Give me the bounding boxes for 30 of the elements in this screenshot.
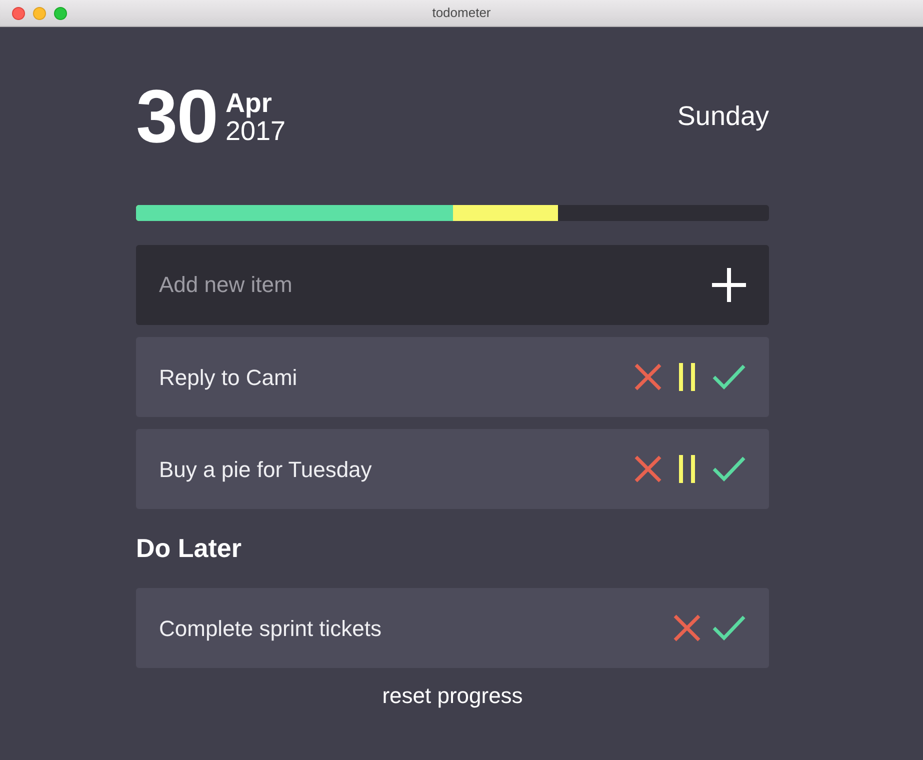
day-number: 30 [136, 78, 218, 154]
close-window-icon[interactable] [12, 7, 25, 20]
pause-icon [679, 363, 695, 391]
delete-button[interactable] [673, 614, 701, 642]
weekday-text: Sunday [677, 100, 769, 133]
task-text: Buy a pie for Tuesday [159, 456, 372, 484]
check-icon [712, 364, 746, 390]
year-text: 2017 [225, 117, 286, 145]
pause-icon [679, 455, 695, 483]
plus-icon [712, 268, 746, 302]
done-button[interactable] [712, 456, 746, 482]
add-button[interactable] [712, 268, 746, 302]
done-button[interactable] [712, 364, 746, 390]
window-title: todometer [432, 4, 491, 22]
pause-button[interactable] [679, 455, 695, 483]
delete-button[interactable] [634, 455, 662, 483]
reset-progress-button[interactable]: reset progress [382, 682, 523, 710]
done-button[interactable] [712, 615, 746, 641]
cross-icon [634, 455, 662, 483]
task-text: Reply to Cami [159, 364, 298, 392]
check-icon [712, 456, 746, 482]
cross-icon [634, 363, 662, 391]
task-text: Complete sprint tickets [159, 614, 382, 643]
delete-button[interactable] [634, 363, 662, 391]
month-text: Apr [225, 89, 273, 117]
check-icon [712, 615, 746, 641]
cross-icon [673, 614, 701, 642]
new-item-field[interactable]: Add new item [136, 245, 769, 325]
section-heading: Do Later [136, 533, 242, 563]
pause-button[interactable] [679, 363, 695, 391]
